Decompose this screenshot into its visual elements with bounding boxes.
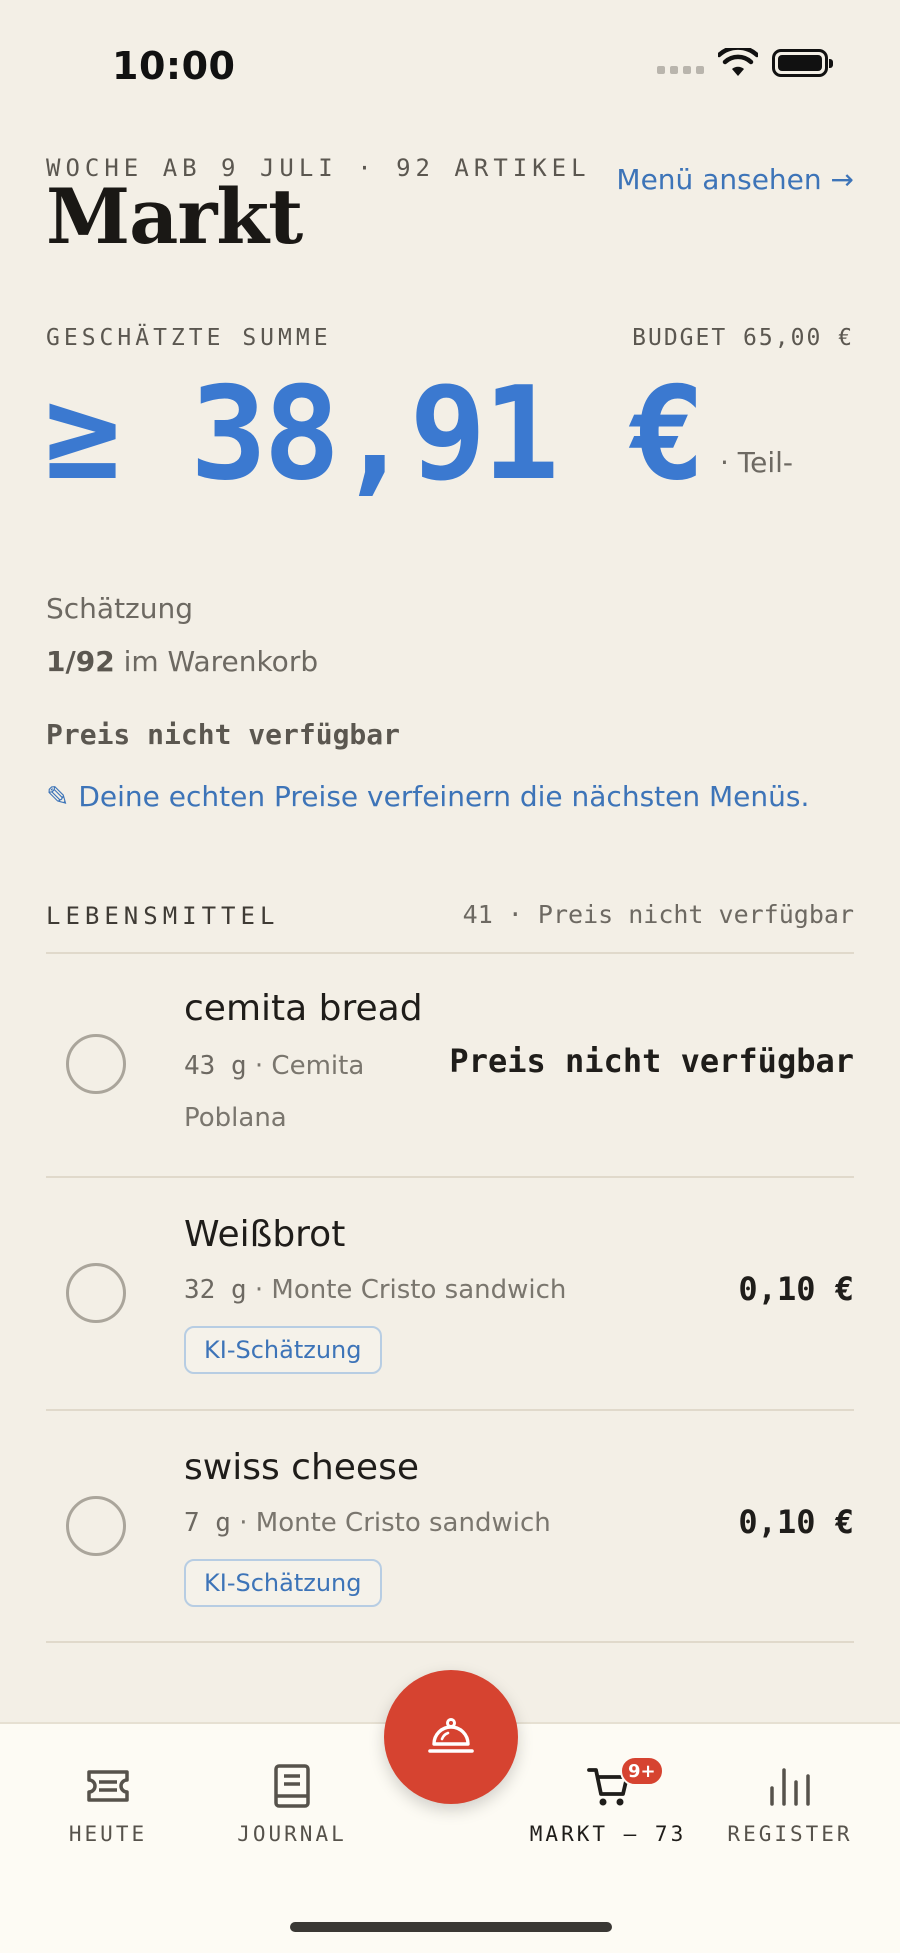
item-checkbox[interactable] — [66, 1034, 126, 1094]
battery-icon — [772, 49, 833, 77]
nav-today[interactable]: HEUTE — [28, 1758, 188, 1846]
item-recipe: · Monte Cristo sandwich — [246, 1275, 567, 1305]
item-recipe: · Cemita — [246, 1051, 365, 1081]
cart-progress: 1/92 im Warenkorb — [46, 645, 318, 678]
list-item[interactable]: swiss cheese 7 g · Monte Cristo sandwich… — [46, 1411, 854, 1641]
item-quantity: 43 g — [184, 1051, 247, 1081]
item-name: swiss cheese — [184, 1447, 419, 1488]
estimated-total-label: GESCHÄTZTE SUMME — [46, 325, 332, 351]
item-price: 0,10 € — [738, 1270, 854, 1308]
page-title: Markt — [46, 172, 303, 261]
item-price: 0,10 € — [738, 1503, 854, 1541]
cart-fraction: 1/92 — [46, 645, 115, 678]
estimated-total-amount: ≥ 38,91 € — [44, 360, 706, 509]
status-bar: 10:00 — [0, 0, 900, 120]
item-price: Preis nicht verfügbar — [449, 1042, 854, 1080]
item-quantity: 7 g — [184, 1508, 231, 1538]
item-checkbox[interactable] — [66, 1263, 126, 1323]
item-recipe: · Monte Cristo sandwich — [230, 1508, 551, 1538]
cart-count-badge: 9+ — [620, 1756, 664, 1786]
book-icon — [274, 1764, 310, 1808]
divider — [46, 1641, 854, 1643]
price-unavailable-note: Preis nicht verfügbar — [46, 718, 401, 751]
refine-prices-link[interactable]: ✎ Deine echten Preise verfeinern die näc… — [46, 780, 809, 813]
view-menu-link[interactable]: Menü ansehen → — [616, 163, 854, 196]
ai-estimate-badge: KI-Schätzung — [184, 1559, 382, 1607]
item-name: cemita bread — [184, 988, 423, 1029]
nav-register-label: REGISTER — [727, 1822, 853, 1846]
section-meta: 41 · Preis nicht verfügbar — [462, 900, 854, 929]
nav-market-label: MARKT — 73 — [529, 1822, 687, 1846]
budget-label: BUDGET 65,00 € — [632, 325, 854, 351]
estimate-label: Schätzung — [46, 592, 194, 625]
item-name: Weißbrot — [184, 1214, 346, 1255]
ticket-icon — [87, 1770, 129, 1802]
ai-estimate-badge: KI-Schätzung — [184, 1326, 382, 1374]
item-detail: 7 g · Monte Cristo sandwich — [184, 1497, 551, 1549]
item-recipe-continued: Poblana — [184, 1103, 287, 1133]
home-indicator[interactable] — [290, 1922, 612, 1932]
item-checkbox[interactable] — [66, 1496, 126, 1556]
bar-chart-icon — [770, 1768, 810, 1806]
cellular-signal-icon — [657, 66, 704, 74]
cloche-icon — [428, 1718, 474, 1753]
wifi-icon — [718, 48, 758, 76]
nav-journal-label: JOURNAL — [237, 1822, 347, 1846]
cloche-action-button[interactable] — [384, 1670, 518, 1804]
section-title: LEBENSMITTEL — [46, 902, 280, 930]
cart-text: im Warenkorb — [114, 645, 319, 678]
nav-today-label: HEUTE — [68, 1822, 148, 1846]
item-detail: 43 g · Cemita — [184, 1040, 364, 1092]
list-item[interactable]: Weißbrot 32 g · Monte Cristo sandwich KI… — [46, 1178, 854, 1408]
partial-suffix: · Teil- — [720, 446, 794, 479]
nav-register[interactable]: REGISTER — [710, 1758, 870, 1846]
nav-journal[interactable]: JOURNAL — [212, 1758, 372, 1846]
status-time: 10:00 — [112, 44, 236, 88]
item-detail: 32 g · Monte Cristo sandwich — [184, 1264, 566, 1316]
list-item[interactable]: cemita bread 43 g · Cemita Poblana Preis… — [46, 954, 854, 1176]
status-icons — [657, 48, 833, 78]
nav-market[interactable]: 9+ MARKT — 73 — [528, 1756, 688, 1846]
item-quantity: 32 g — [184, 1275, 247, 1305]
